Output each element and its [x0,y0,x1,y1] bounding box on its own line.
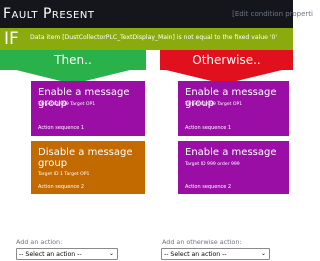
otherwise-action-card[interactable]: Enable a message group Target ID 999 Tar… [178,81,289,136]
then-action-card[interactable]: Disable a message group Target ID 1 Targ… [31,141,145,194]
then-column-header: Then.. [0,50,146,70]
page-title: Fault Present [3,6,95,22]
add-action-selected-value: -- Select an action -- [19,251,82,258]
action-target: Target ID 999 order 999 [185,162,240,167]
add-otherwise-action-label: Add an otherwise action: [162,238,242,246]
otherwise-column-header: Otherwise.. [160,50,293,70]
action-title: Enable a message [185,147,277,158]
action-sequence: Action sequence 2 [185,184,232,190]
condition-text: Data item [DustCollectorPLC_TextDisplay_… [30,34,278,41]
action-title: Disable a message group [38,147,133,169]
chevron-down-icon: ⌄ [108,250,114,257]
action-sequence: Action sequence 2 [38,184,85,190]
condition-bar: IF Data item [DustCollectorPLC_TextDispl… [0,28,293,50]
add-otherwise-action-select[interactable]: -- Select an action -- ⌄ [161,248,270,260]
action-sequence: Action sequence 1 [38,125,85,131]
add-action-label: Add an action: [16,238,63,246]
action-target: Target ID 1 Target OP1 [38,172,90,177]
add-action-select[interactable]: -- Select an action -- ⌄ [16,248,118,260]
otherwise-action-card[interactable]: Enable a message Target ID 999 order 999… [178,141,289,194]
chevron-down-icon: ⌄ [260,250,266,257]
page-header: Fault Present [Edit condition properti [0,0,313,28]
action-target: Target ID 999 Target OP1 [38,102,96,107]
action-target: Target ID 999 Target OP1 [185,102,243,107]
edit-condition-properties-link[interactable]: [Edit condition properti [232,10,313,18]
then-action-card[interactable]: Enable a message group Target ID 999 Tar… [31,81,145,136]
if-keyword: IF [4,29,19,49]
add-otherwise-action-selected-value: -- Select an action -- [164,251,227,258]
action-sequence: Action sequence 1 [185,125,232,131]
